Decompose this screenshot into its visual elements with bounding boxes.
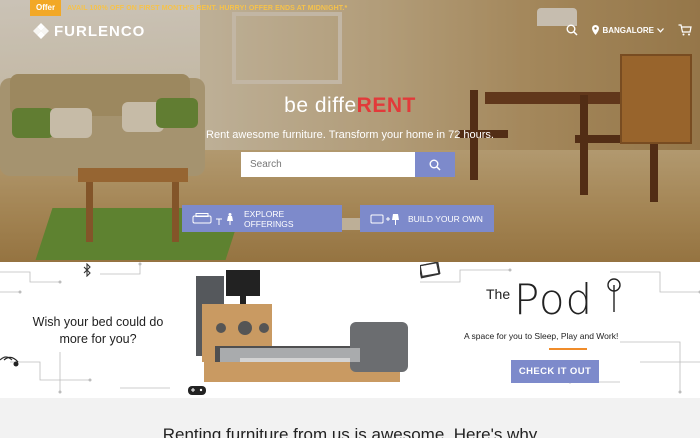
offer-bar[interactable]: Offer AVAIL 100% OFF ON FIRST MONTH'S RE… — [30, 0, 347, 16]
offer-text: AVAIL 100% OFF ON FIRST MONTH'S RENT. HU… — [67, 4, 348, 12]
build-your-own-button[interactable]: BUILD YOUR OWN — [360, 205, 494, 232]
why-rent-heading: Renting furniture from us is awesome. He… — [162, 425, 538, 438]
city-selector[interactable]: BANGALORE — [592, 25, 664, 35]
build-your-own-label: BUILD YOUR OWN — [408, 213, 483, 224]
pod-title: Pod — [514, 275, 594, 324]
nav-actions: BANGALORE — [566, 24, 692, 36]
gamepad-icon — [188, 386, 206, 395]
power-icon — [607, 278, 621, 312]
tagline-prefix: be diffe — [284, 94, 357, 117]
build-icon — [370, 212, 400, 226]
furlenco-logo-icon — [32, 22, 50, 40]
hero-subline: Rent awesome furniture. Transform your h… — [206, 129, 494, 141]
bed-question: Wish your bed could do more for you? — [18, 314, 178, 348]
tagline-highlight: RENT — [356, 94, 416, 117]
pod-subtitle: A space for you to Sleep, Play and Work! — [464, 331, 619, 341]
location-pin-icon — [592, 25, 600, 35]
plug-icon — [3, 356, 19, 367]
pod-the-label: The — [486, 286, 511, 302]
hero-tagline: be diffeRENT — [0, 94, 700, 118]
brand-name: FURLENCO — [54, 22, 146, 40]
bed-question-line1: Wish your bed could do — [32, 315, 164, 329]
city-label: BANGALORE — [602, 25, 654, 35]
check-it-out-button[interactable]: CHECK IT OUT — [511, 360, 599, 383]
pod-bed-image — [196, 270, 408, 382]
hero-banner: Offer AVAIL 100% OFF ON FIRST MONTH'S RE… — [0, 0, 700, 262]
offer-tag: Offer — [30, 0, 62, 16]
furniture-set-icon — [192, 212, 236, 226]
explore-offerings-button[interactable]: EXPLORE OFFERINGS — [182, 205, 342, 232]
explore-offerings-label: EXPLORE OFFERINGS — [244, 208, 294, 229]
bed-question-line2: more for you? — [59, 332, 137, 346]
cart-icon[interactable] — [678, 24, 692, 36]
why-rent-section: Renting furniture from us is awesome. He… — [0, 398, 700, 438]
tv-icon — [420, 262, 441, 278]
chevron-down-icon — [657, 27, 664, 33]
bluetooth-icon — [83, 263, 91, 277]
search-icon[interactable] — [566, 24, 578, 36]
pod-divider — [549, 348, 587, 350]
search-icon — [429, 159, 441, 171]
search-input[interactable] — [241, 152, 415, 177]
brand-logo[interactable]: FURLENCO — [32, 22, 145, 40]
search-button[interactable] — [415, 152, 455, 177]
